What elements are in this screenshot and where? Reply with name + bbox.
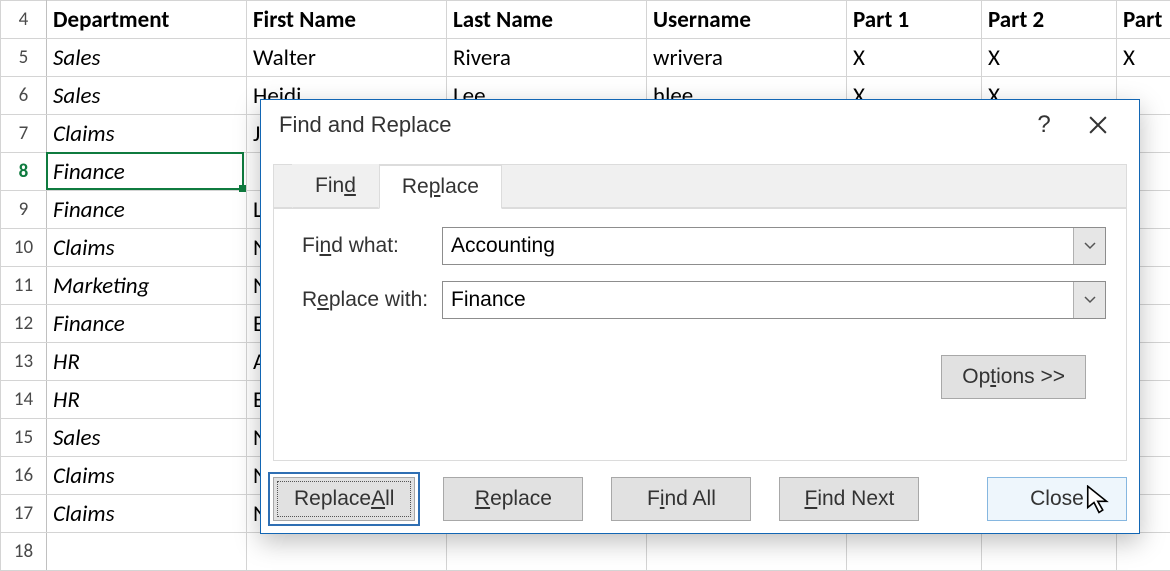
- row-header[interactable]: 10: [1, 229, 47, 267]
- close-icon[interactable]: [1071, 106, 1125, 144]
- options-button[interactable]: Options >>: [941, 355, 1086, 399]
- cell[interactable]: Marketing: [47, 267, 247, 305]
- row-header[interactable]: 5: [1, 39, 47, 77]
- tabstrip: Find Replace: [274, 165, 1126, 209]
- cell[interactable]: Finance: [47, 153, 247, 191]
- replace-with-input[interactable]: [443, 282, 1073, 318]
- replace-with-label: Replace with:: [302, 288, 442, 312]
- cell[interactable]: [847, 533, 982, 571]
- dialog-title: Find and Replace: [279, 112, 1017, 138]
- cell[interactable]: Finance: [47, 191, 247, 229]
- find-next-button[interactable]: Find Next: [779, 477, 919, 521]
- cell[interactable]: Walter: [247, 39, 447, 77]
- column-header[interactable]: Part: [1117, 1, 1170, 39]
- row-header[interactable]: 8: [1, 153, 47, 191]
- cell[interactable]: Claims: [47, 115, 247, 153]
- column-header[interactable]: Username: [647, 1, 847, 39]
- row-header[interactable]: 18: [1, 533, 47, 571]
- cell[interactable]: [982, 533, 1117, 571]
- dialog-titlebar: Find and Replace ?: [261, 100, 1139, 150]
- row-header[interactable]: 15: [1, 419, 47, 457]
- cell[interactable]: Finance: [47, 305, 247, 343]
- cell[interactable]: Sales: [47, 77, 247, 115]
- find-what-label: Find what:: [302, 234, 442, 258]
- row-header[interactable]: 6: [1, 77, 47, 115]
- column-header[interactable]: First Name: [247, 1, 447, 39]
- row-header[interactable]: 4: [1, 1, 47, 39]
- cell[interactable]: wrivera: [647, 39, 847, 77]
- dialog-client: Find Replace Find what: Replace with:: [273, 164, 1127, 461]
- cell[interactable]: X: [982, 39, 1117, 77]
- cell[interactable]: Rivera: [447, 39, 647, 77]
- cell[interactable]: [1117, 533, 1170, 571]
- column-header[interactable]: Last Name: [447, 1, 647, 39]
- find-what-dropdown[interactable]: [1073, 228, 1105, 264]
- dialog-button-row: Replace All Replace Find All Find Next C…: [273, 477, 1127, 521]
- cell[interactable]: Sales: [47, 39, 247, 77]
- cell[interactable]: Claims: [47, 495, 247, 533]
- find-what-combo[interactable]: [442, 227, 1106, 265]
- find-replace-dialog: Find and Replace ? Find Replace Find wha…: [260, 99, 1140, 534]
- cell[interactable]: [447, 533, 647, 571]
- form-area: Find what: Replace with: Opt: [274, 209, 1126, 411]
- row-header[interactable]: 7: [1, 115, 47, 153]
- row-header[interactable]: 9: [1, 191, 47, 229]
- replace-button[interactable]: Replace: [443, 477, 583, 521]
- tab-find[interactable]: Find: [292, 164, 379, 208]
- replace-with-combo[interactable]: [442, 281, 1106, 319]
- find-all-button[interactable]: Find All: [611, 477, 751, 521]
- row-header[interactable]: 12: [1, 305, 47, 343]
- column-header[interactable]: Part 1: [847, 1, 982, 39]
- cell[interactable]: [647, 533, 847, 571]
- cell[interactable]: HR: [47, 381, 247, 419]
- row-header[interactable]: 16: [1, 457, 47, 495]
- row-header[interactable]: 11: [1, 267, 47, 305]
- row-header[interactable]: 13: [1, 343, 47, 381]
- row-header[interactable]: 17: [1, 495, 47, 533]
- cell[interactable]: Claims: [47, 457, 247, 495]
- replace-all-button[interactable]: Replace All: [273, 477, 415, 521]
- row-header[interactable]: 14: [1, 381, 47, 419]
- cell[interactable]: X: [1117, 39, 1170, 77]
- help-button[interactable]: ?: [1017, 106, 1071, 144]
- column-header[interactable]: Part 2: [982, 1, 1117, 39]
- column-header[interactable]: Department: [47, 1, 247, 39]
- find-what-input[interactable]: [443, 228, 1073, 264]
- cell[interactable]: Sales: [47, 419, 247, 457]
- cell[interactable]: X: [847, 39, 982, 77]
- cell[interactable]: HR: [47, 343, 247, 381]
- cell[interactable]: Claims: [47, 229, 247, 267]
- replace-with-dropdown[interactable]: [1073, 282, 1105, 318]
- cell[interactable]: [247, 533, 447, 571]
- close-button[interactable]: Close: [987, 477, 1127, 521]
- cell[interactable]: [47, 533, 247, 571]
- tab-replace[interactable]: Replace: [379, 165, 502, 209]
